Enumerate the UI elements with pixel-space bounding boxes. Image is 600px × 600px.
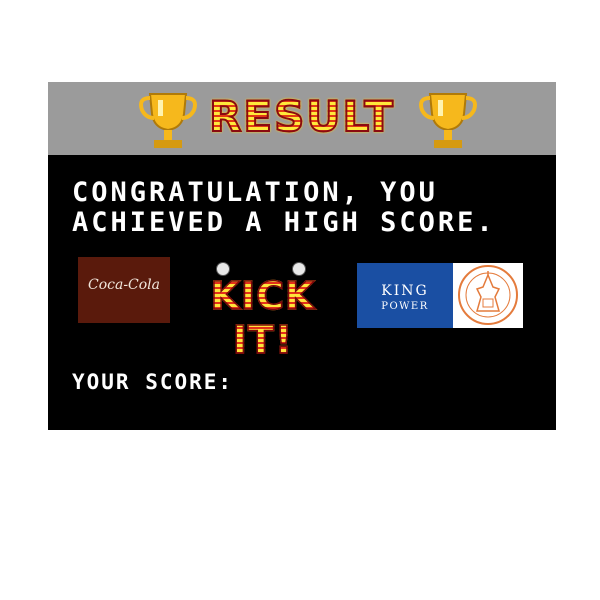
result-header: RESULT — [48, 82, 556, 155]
your-score-label: YOUR SCORE: — [72, 370, 234, 394]
king-power-logo: KING POWER — [357, 263, 453, 328]
king-power-logo-line-1: KING — [381, 283, 429, 299]
coca-cola-logo: Coca-Cola — [78, 257, 170, 323]
king-power-logo-line-2: POWER — [381, 301, 429, 312]
kick-it-logo-text: KICK IT! — [180, 273, 346, 363]
royal-seal-logo — [453, 263, 523, 328]
coca-cola-logo-text: Coca-Cola — [87, 277, 161, 293]
trophy-icon — [419, 93, 477, 148]
congratulation-line-2: ACHIEVED A HIGH SCORE. — [72, 207, 496, 238]
result-title: RESULT — [48, 91, 556, 142]
congratulation-line-1: CONGRATULATION, YOU — [72, 177, 438, 208]
royal-seal-emblem-icon — [458, 265, 518, 325]
congratulation-message: CONGRATULATION, YOU ACHIEVED A HIGH SCOR… — [72, 178, 542, 238]
kick-it-logo: KICK IT! — [180, 260, 346, 363]
result-panel: RESULT CONGRATULATION, YOU ACHIEVED A HI… — [48, 82, 556, 430]
